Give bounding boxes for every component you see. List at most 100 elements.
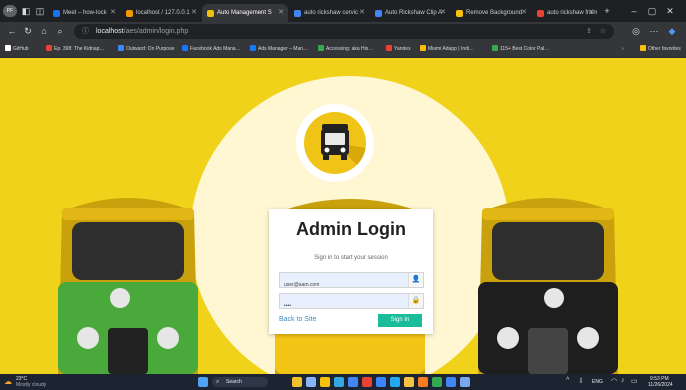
- tab-label: Remove Background: [466, 10, 523, 16]
- bookmark-favicon: [420, 45, 426, 51]
- vscode-icon[interactable]: [390, 377, 400, 387]
- bookmark-favicon: [492, 45, 498, 51]
- bookmark-item[interactable]: Accessing: aka His…: [318, 44, 373, 54]
- bookmarks-overflow-icon[interactable]: ›: [622, 44, 624, 54]
- bookmark-item[interactable]: Outward: On Purpose: [118, 44, 174, 54]
- password-input[interactable]: [280, 299, 408, 313]
- login-title: Admin Login: [296, 219, 406, 239]
- folder-icon[interactable]: [404, 377, 414, 387]
- bookmark-label: Ep. 398: The Kidnap…: [54, 46, 105, 52]
- bookmark-item[interactable]: 115+ Best Color Pal…: [492, 44, 549, 54]
- photos-icon[interactable]: [460, 377, 470, 387]
- bookmark-favicon: [318, 45, 324, 51]
- tab-favicon: [126, 10, 133, 17]
- chrome-icon[interactable]: [362, 377, 372, 387]
- app-icon[interactable]: [432, 377, 442, 387]
- menu-icon[interactable]: ⋯: [648, 25, 660, 37]
- login-subtitle: Sign in to start your session: [314, 255, 388, 261]
- tab-6[interactable]: auto rickshaw fram ✕: [532, 4, 598, 22]
- url-field[interactable]: ⓘ localhost/aes/admin/login.php ⇪ ☆: [74, 24, 614, 39]
- tray-chevron-icon[interactable]: ^: [566, 377, 569, 384]
- bookmark-label: Accessing: aka His…: [326, 46, 374, 52]
- browser-tab-bar: PF ◧ ◫ Meet – how-lock ✕ localhost / 127.…: [0, 0, 686, 22]
- sign-in-button[interactable]: Sign In: [378, 314, 422, 327]
- file-explorer-icon[interactable]: [320, 377, 330, 387]
- workspaces-icon[interactable]: ◫: [34, 5, 46, 17]
- share-icon[interactable]: ⇪: [586, 24, 592, 39]
- bookmarks-bar: GitHub Ep. 398: The Kidnap… Outward: On …: [0, 41, 686, 58]
- url-host: localhost: [96, 28, 124, 35]
- xampp-icon[interactable]: [418, 377, 428, 387]
- wifi-icon[interactable]: ◠: [611, 377, 617, 385]
- bookmark-item[interactable]: Ep. 398: The Kidnap…: [46, 44, 105, 54]
- app-icon[interactable]: [446, 377, 456, 387]
- lock-icon: 🔒: [408, 294, 423, 308]
- task-view-icon[interactable]: [306, 377, 316, 387]
- url-path: /aes/admin/login.php: [123, 28, 189, 35]
- volume-icon[interactable]: ♪: [621, 377, 625, 384]
- close-tab-icon[interactable]: ✕: [588, 4, 594, 22]
- tab-label: localhost / 127.0.0.1: [136, 10, 190, 16]
- profile-icon[interactable]: PF: [3, 5, 17, 17]
- minimize-icon[interactable]: –: [628, 5, 640, 17]
- tab-actions-icon[interactable]: ◧: [20, 5, 32, 17]
- site-info-icon[interactable]: ⓘ: [82, 24, 89, 39]
- close-tab-icon[interactable]: ✕: [278, 4, 284, 22]
- page-viewport: Admin Login Sign in to start your sessio…: [0, 58, 686, 374]
- new-tab-icon[interactable]: +: [601, 5, 613, 17]
- widgets-icon[interactable]: [292, 377, 302, 387]
- close-tab-icon[interactable]: ✕: [440, 4, 446, 22]
- back-to-site-link[interactable]: Back to Site: [279, 316, 316, 323]
- bookmark-item[interactable]: Ads Manager – Man…: [250, 44, 308, 54]
- copilot-icon[interactable]: ◆: [666, 25, 678, 37]
- reload-icon[interactable]: ↻: [22, 25, 34, 37]
- taskbar-search[interactable]: ⌕ Search: [212, 377, 268, 387]
- close-tab-icon[interactable]: ✕: [110, 4, 116, 22]
- weather-icon[interactable]: ☁: [4, 377, 12, 386]
- language-indicator[interactable]: ENG: [592, 379, 603, 385]
- bookmark-item[interactable]: Other favorites: [640, 44, 681, 54]
- home-icon[interactable]: ⌂: [38, 25, 50, 37]
- bookmark-item[interactable]: Facebook Ads Mana…: [182, 44, 241, 54]
- bookmark-favicon: [46, 45, 52, 51]
- login-card: Admin Login Sign in to start your sessio…: [269, 209, 433, 334]
- password-field[interactable]: 🔒: [279, 293, 424, 313]
- tab-0[interactable]: Meet – how-lock ✕: [48, 4, 120, 22]
- bookmark-favicon: [5, 45, 11, 51]
- bookmark-item[interactable]: Miami Adapp | Indi…: [420, 44, 474, 54]
- battery-icon[interactable]: ▭: [631, 377, 638, 385]
- tab-2[interactable]: Auto Management S ✕: [202, 4, 288, 22]
- rickshaw-illustration-right: [478, 198, 618, 374]
- mail-icon[interactable]: [348, 377, 358, 387]
- close-tab-icon[interactable]: ✕: [359, 4, 365, 22]
- tab-3[interactable]: auto rickshaw cervic ✕: [289, 4, 369, 22]
- store-icon[interactable]: [376, 377, 386, 387]
- tray-app-icon[interactable]: ⇩: [578, 377, 584, 385]
- tab-4[interactable]: Auto Rickshaw Clip A ✕: [370, 4, 450, 22]
- maximize-icon[interactable]: ▢: [646, 5, 658, 17]
- close-tab-icon[interactable]: ✕: [521, 4, 527, 22]
- bookmark-star-icon[interactable]: ☆: [600, 24, 606, 39]
- tab-1[interactable]: localhost / 127.0.0.1 ✕: [121, 4, 201, 22]
- bookmark-item[interactable]: GitHub: [5, 44, 29, 54]
- bookmark-label: Outward: On Purpose: [126, 46, 175, 52]
- tab-5[interactable]: Remove Background ✕: [451, 4, 531, 22]
- windows-start-icon[interactable]: [198, 377, 208, 387]
- bookmark-item[interactable]: Yandex: [386, 44, 411, 54]
- tab-search-icon[interactable]: ⌕: [54, 25, 66, 37]
- taskbar: ☁ 23°C Mostly cloudy ⌕ Search ^ ⇩ ENG ◠ …: [0, 374, 686, 390]
- search-label: Search: [226, 379, 242, 385]
- extensions-icon[interactable]: ◎: [630, 25, 642, 37]
- email-input[interactable]: [280, 278, 408, 292]
- back-icon[interactable]: ←: [6, 25, 18, 37]
- clock-date[interactable]: 11/26/2024: [648, 382, 673, 388]
- close-window-icon[interactable]: ✕: [664, 5, 676, 17]
- bookmark-label: Facebook Ads Mana…: [190, 46, 241, 52]
- tab-favicon: [456, 10, 463, 17]
- edge-icon[interactable]: [334, 377, 344, 387]
- tab-favicon: [207, 10, 214, 17]
- tab-favicon: [53, 10, 60, 17]
- email-field[interactable]: 👤: [279, 272, 424, 292]
- address-bar-row: ← ↻ ⌂ ⌕ ⓘ localhost/aes/admin/login.php …: [0, 22, 686, 41]
- close-tab-icon[interactable]: ✕: [191, 4, 197, 22]
